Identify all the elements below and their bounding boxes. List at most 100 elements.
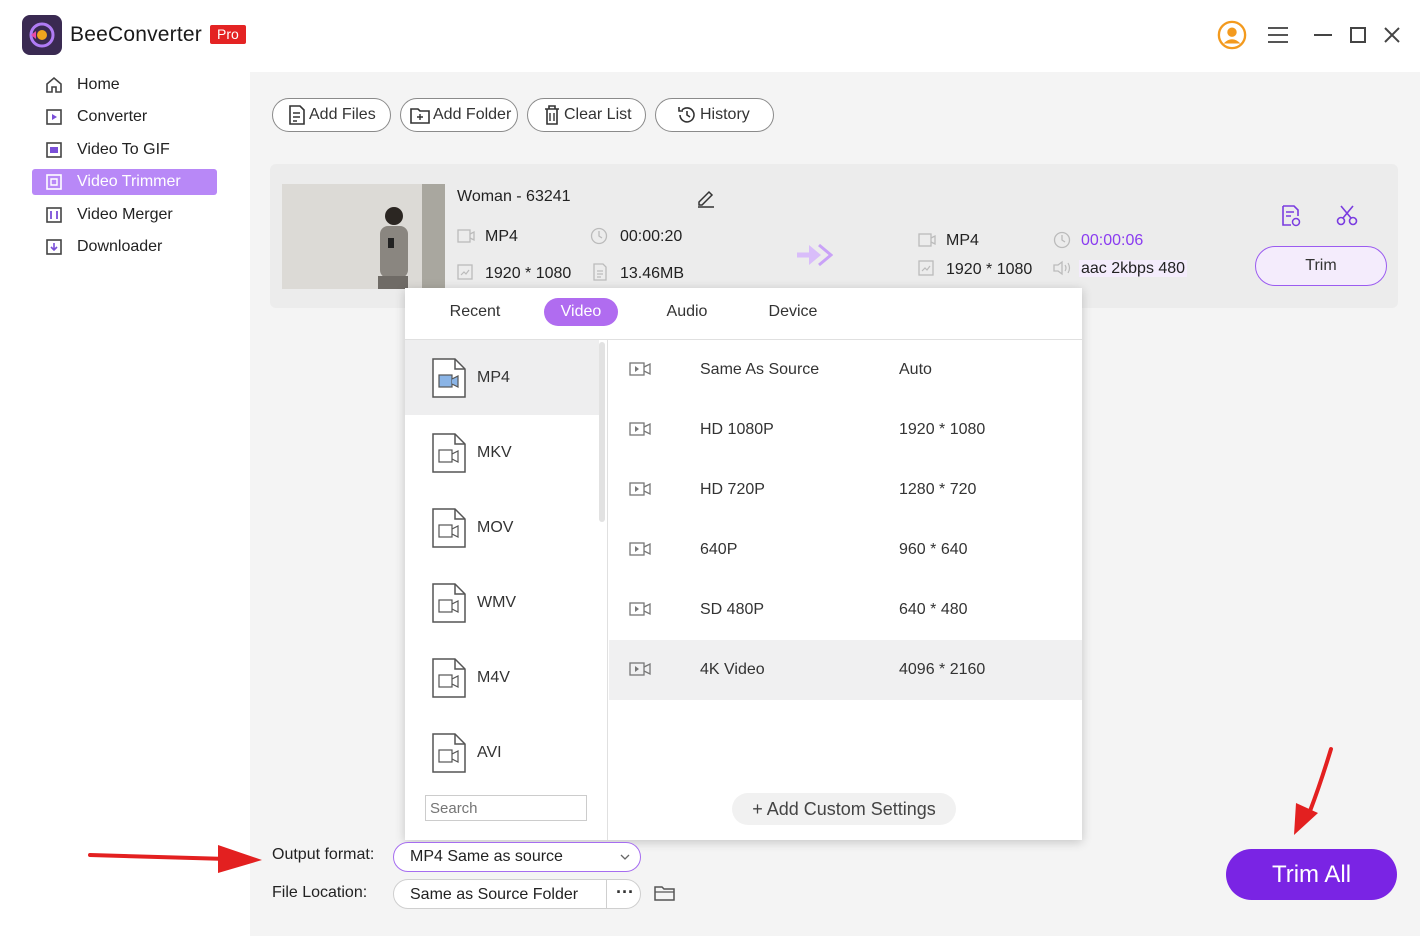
format-list: MP4 MKV MOV WMV M4V AVI bbox=[405, 340, 608, 840]
tab-recent[interactable]: Recent bbox=[435, 298, 515, 326]
video-thumbnail[interactable] bbox=[282, 184, 445, 289]
trim-all-button[interactable]: Trim All bbox=[1226, 849, 1397, 900]
preset-name: HD 720P bbox=[700, 481, 765, 498]
format-label: AVI bbox=[477, 744, 502, 761]
add-file-icon bbox=[289, 105, 305, 125]
preset-row[interactable]: 4K Video 4096 * 2160 bbox=[609, 640, 1082, 700]
avi-file-icon bbox=[432, 733, 466, 773]
output-clock-icon bbox=[1053, 231, 1071, 249]
add-folder-label: Add Folder bbox=[433, 106, 512, 123]
source-resolution: 1920 * 1080 bbox=[485, 265, 572, 282]
output-resolution: 1920 * 1080 bbox=[946, 261, 1033, 278]
sidebar-item-home[interactable]: Home bbox=[32, 72, 217, 98]
sidebar-item-video-merger[interactable]: Video Merger bbox=[32, 202, 217, 228]
format-item-mkv[interactable]: MKV bbox=[405, 415, 599, 490]
sidebar-item-label: Converter bbox=[77, 108, 148, 125]
tab-audio[interactable]: Audio bbox=[650, 298, 724, 326]
tab-device[interactable]: Device bbox=[755, 298, 831, 326]
output-format-icon bbox=[918, 233, 936, 247]
source-duration: 00:00:20 bbox=[620, 228, 683, 245]
m4v-file-icon bbox=[432, 658, 466, 698]
trim-button[interactable]: Trim bbox=[1255, 246, 1387, 286]
sidebar-item-video-trimmer[interactable]: Video Trimmer bbox=[32, 169, 217, 195]
trimmer-icon bbox=[46, 174, 62, 190]
add-folder-button[interactable]: Add Folder bbox=[400, 98, 518, 132]
chevron-down-icon bbox=[620, 854, 630, 860]
sidebar-item-converter[interactable]: Converter bbox=[32, 104, 217, 130]
preset-resolution: 4096 * 2160 bbox=[899, 661, 986, 678]
edit-icon[interactable] bbox=[695, 186, 717, 208]
format-popup: Recent Video Audio Device MP4 MKV MOV WM… bbox=[405, 288, 1082, 840]
history-icon bbox=[678, 107, 695, 123]
preset-row[interactable]: HD 1080P 1920 * 1080 bbox=[609, 400, 1082, 460]
wmv-file-icon bbox=[432, 583, 466, 623]
app-logo bbox=[22, 15, 62, 55]
sidebar-item-video-to-gif[interactable]: Video To GIF bbox=[32, 137, 217, 163]
video-preset-icon bbox=[629, 422, 651, 436]
clock-icon bbox=[590, 227, 608, 245]
output-format: MP4 bbox=[946, 232, 979, 249]
preset-row[interactable]: Same As Source Auto bbox=[609, 340, 1082, 400]
preset-resolution: 960 * 640 bbox=[899, 541, 968, 558]
open-folder-icon[interactable] bbox=[654, 884, 676, 902]
format-item-wmv[interactable]: WMV bbox=[405, 565, 599, 640]
video-preset-icon bbox=[629, 602, 651, 616]
app-name: BeeConverter bbox=[70, 23, 202, 46]
scissors-icon[interactable] bbox=[1336, 204, 1358, 226]
format-item-mp4[interactable]: MP4 bbox=[405, 340, 599, 415]
file-location-field[interactable]: Same as Source Folder ··· bbox=[393, 879, 641, 909]
resolution-icon bbox=[457, 264, 473, 280]
preset-resolution: 640 * 480 bbox=[899, 601, 968, 618]
menu-icon[interactable] bbox=[1263, 20, 1293, 50]
format-label: MKV bbox=[477, 444, 512, 461]
format-list-scrollbar[interactable] bbox=[599, 342, 605, 522]
output-resolution-icon bbox=[918, 260, 934, 276]
sidebar-item-label: Downloader bbox=[77, 238, 163, 255]
tab-video[interactable]: Video bbox=[544, 298, 618, 326]
format-label: MP4 bbox=[477, 369, 510, 386]
maximize-icon[interactable] bbox=[1343, 20, 1373, 50]
settings-file-icon[interactable] bbox=[1280, 204, 1302, 228]
add-files-button[interactable]: Add Files bbox=[272, 98, 391, 132]
file-card: Woman - 63241 MP4 00:00:20 1920 * 1080 1… bbox=[270, 164, 1398, 308]
mov-file-icon bbox=[432, 508, 466, 548]
trash-icon bbox=[545, 105, 559, 125]
sidebar-item-label: Video To GIF bbox=[77, 141, 170, 158]
account-icon[interactable] bbox=[1217, 20, 1247, 50]
minimize-icon[interactable] bbox=[1308, 20, 1338, 50]
clear-list-label: Clear List bbox=[564, 106, 632, 123]
add-custom-settings-button[interactable]: + Add Custom Settings bbox=[732, 793, 956, 825]
format-item-avi[interactable]: AVI bbox=[405, 715, 599, 790]
format-item-mov[interactable]: MOV bbox=[405, 490, 599, 565]
history-label: History bbox=[700, 106, 750, 123]
home-icon bbox=[46, 76, 62, 93]
source-size: 13.46MB bbox=[620, 265, 685, 282]
sidebar-item-label: Video Trimmer bbox=[77, 173, 181, 190]
browse-more-button[interactable]: ··· bbox=[614, 882, 636, 903]
mp4-file-icon bbox=[432, 358, 466, 398]
field-separator bbox=[606, 880, 607, 908]
format-item-m4v[interactable]: M4V bbox=[405, 640, 599, 715]
preset-name: 640P bbox=[700, 541, 738, 558]
file-location-label: File Location: bbox=[272, 884, 368, 901]
sidebar-item-label: Home bbox=[77, 76, 120, 93]
output-format-value: MP4 Same as source bbox=[410, 848, 563, 865]
preset-row[interactable]: 640P 960 * 640 bbox=[609, 520, 1082, 580]
close-icon[interactable] bbox=[1377, 20, 1407, 50]
preset-name: SD 480P bbox=[700, 601, 765, 618]
sidebar-item-label: Video Merger bbox=[77, 206, 173, 223]
clear-list-button[interactable]: Clear List bbox=[527, 98, 646, 132]
preset-row[interactable]: HD 720P 1280 * 720 bbox=[609, 460, 1082, 520]
converter-icon bbox=[46, 109, 62, 125]
output-format-select[interactable]: MP4 Same as source bbox=[393, 842, 641, 872]
video-preset-icon bbox=[629, 482, 651, 496]
output-duration: 00:00:06 bbox=[1081, 232, 1144, 249]
sidebar-item-downloader[interactable]: Downloader bbox=[32, 234, 217, 260]
preset-row[interactable]: SD 480P 640 * 480 bbox=[609, 580, 1082, 640]
source-format: MP4 bbox=[485, 228, 518, 245]
sidebar: Home Converter Video To GIF Video Trimme… bbox=[0, 72, 250, 936]
history-button[interactable]: History bbox=[655, 98, 774, 132]
folder-add-icon bbox=[410, 108, 430, 124]
preset-name: 4K Video bbox=[700, 661, 765, 678]
format-search-input[interactable] bbox=[425, 795, 587, 821]
